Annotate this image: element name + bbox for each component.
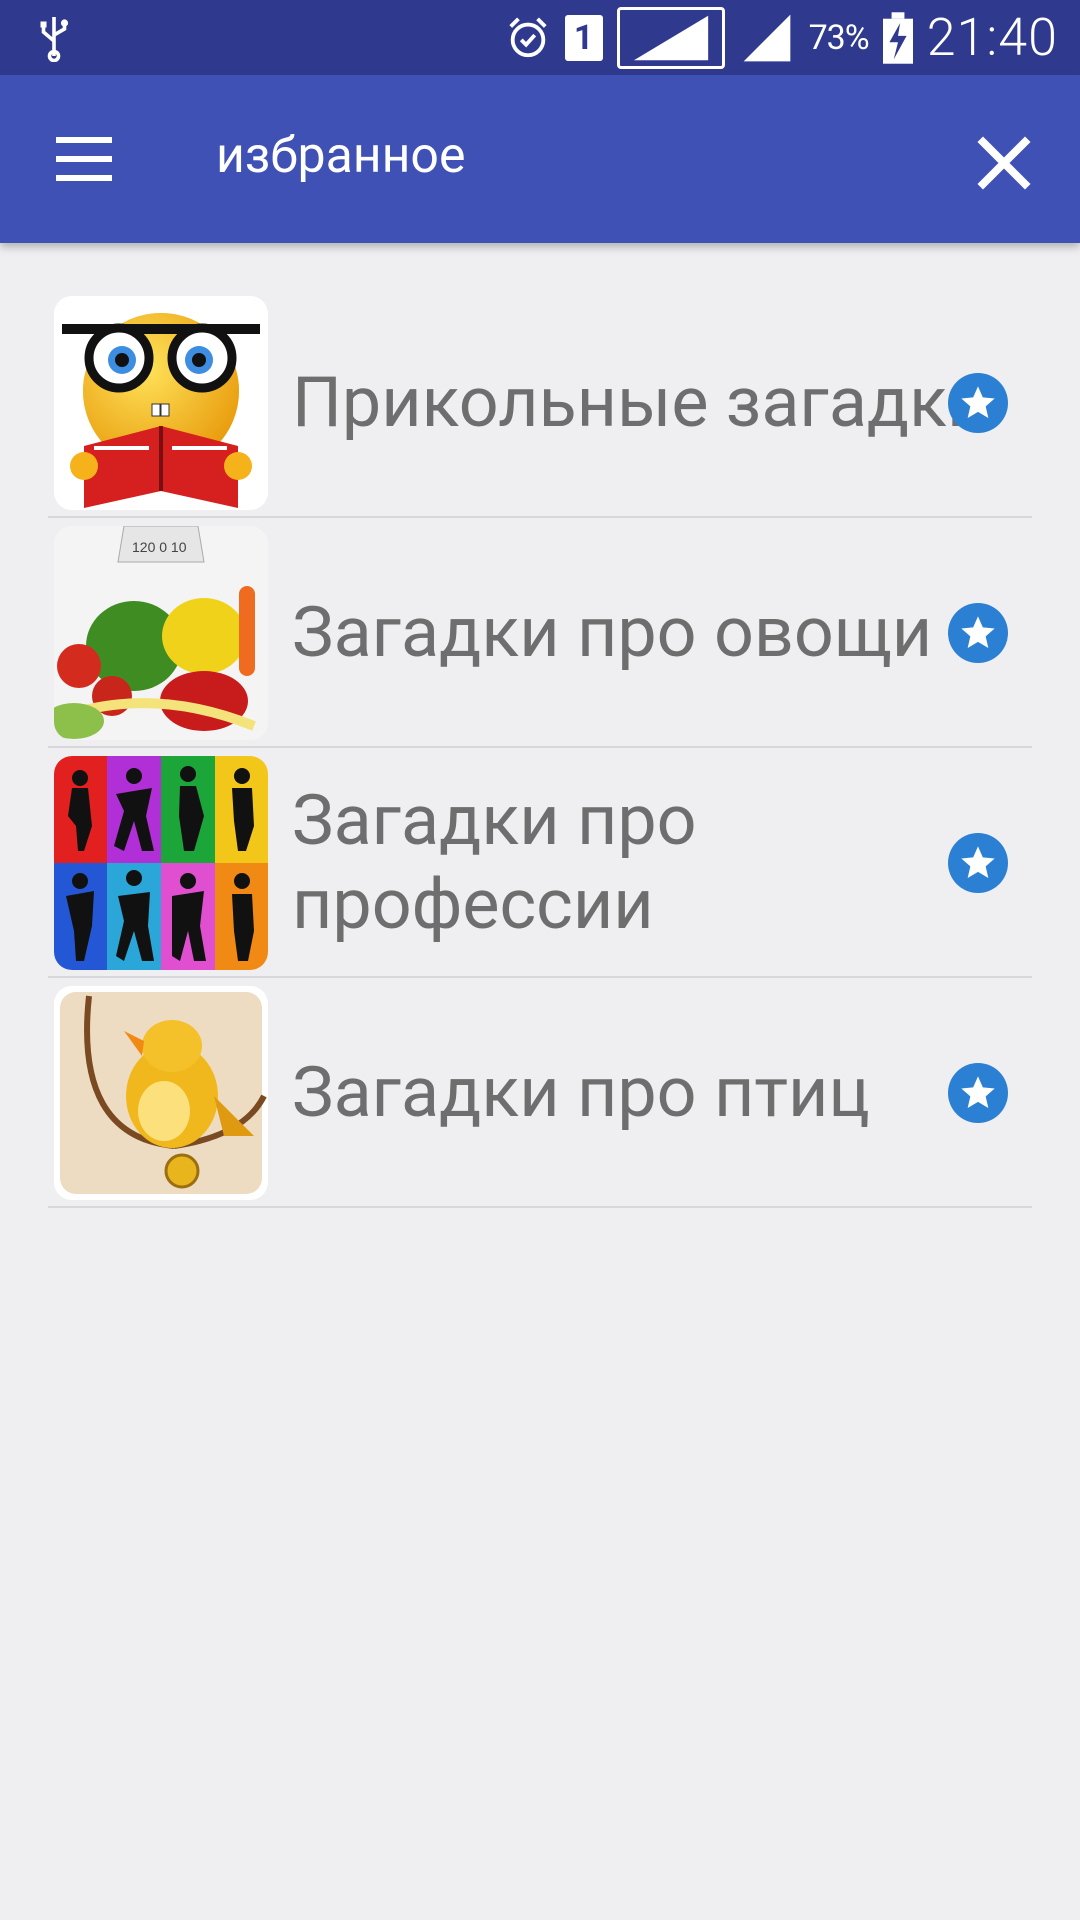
item-title: Прикольные загадки [292,362,988,444]
list-item[interactable]: 120 0 10 Загадки про овощи [48,518,1032,748]
status-bar: 1 73% 21:40 [0,0,1080,75]
svg-text:120 0 10: 120 0 10 [132,539,187,555]
favorite-star-icon[interactable] [948,603,1008,663]
thumbnail-emoji-reading-book [54,296,268,510]
usb-icon [40,17,69,62]
signal-sim1-icon [616,6,725,69]
battery-charging-icon [882,11,913,64]
item-title: Загадки про профессии [292,780,697,946]
clock: 21:40 [926,7,1058,68]
favorite-star-icon[interactable] [948,833,1008,893]
item-title: Загадки про птиц [292,1052,870,1134]
favorite-star-icon[interactable] [948,1063,1008,1123]
close-icon[interactable] [968,127,1040,199]
list-item[interactable]: Загадки про профессии [48,748,1032,978]
page-title: избранное [216,127,466,185]
alarm-icon [508,16,547,57]
item-title: Загадки про овощи [292,592,933,674]
app-bar: избранное [0,75,1080,243]
thumbnail-vegetables: 120 0 10 [54,526,268,740]
favorite-star-icon[interactable] [948,373,1008,433]
list-item[interactable]: Загадки про птиц [48,978,1032,1208]
signal-sim2-icon [743,14,790,61]
list-item[interactable]: Прикольные загадки [48,288,1032,518]
battery-percent: 73% [808,17,870,58]
favorites-list: Прикольные загадки 120 0 10 Загадки про … [48,288,1032,1208]
thumbnail-silhouettes [54,756,268,970]
hamburger-menu-icon[interactable] [40,119,126,199]
thumbnail-yellow-bird [54,986,268,1200]
sim-1-icon: 1 [564,14,603,61]
